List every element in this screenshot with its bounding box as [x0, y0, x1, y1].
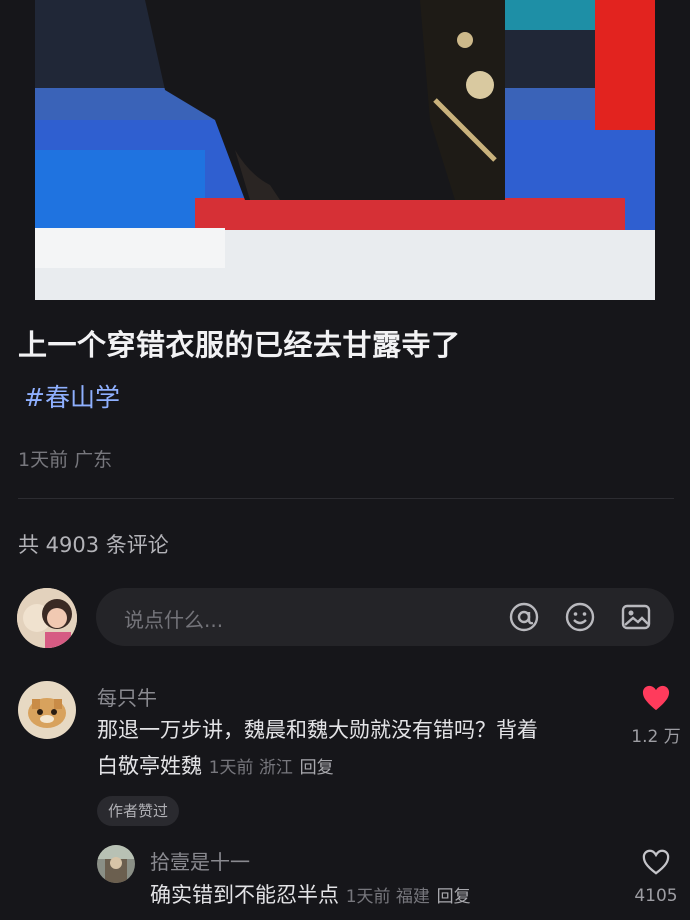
- comment-time: 1天前 浙江: [208, 758, 293, 778]
- divider: [18, 498, 674, 499]
- image-icon[interactable]: [620, 601, 652, 633]
- author-liked-badge: 作者赞过: [97, 796, 180, 826]
- avatar-image: [18, 681, 76, 739]
- post-meta: 1天前 广东: [18, 449, 113, 471]
- comment-count: 共 4903 条评论: [18, 533, 169, 557]
- comment-text-tail: 白敬亭姓魏: [97, 754, 202, 778]
- commenter-name[interactable]: 每只牛: [97, 682, 157, 711]
- commenter-name[interactable]: 拾壹是十一: [150, 846, 250, 875]
- post-photo-illustration: [35, 0, 655, 300]
- post-title: 上一个穿错衣服的已经去甘露寺了: [18, 328, 461, 362]
- avatar-image: [17, 588, 77, 648]
- like-block[interactable]: 4105: [626, 848, 686, 906]
- reply-button[interactable]: 回复: [300, 758, 334, 778]
- emoji-icon[interactable]: [564, 601, 596, 633]
- comment-text-body: 确实错到不能忍半点: [150, 883, 339, 907]
- like-count: 1.2 万: [631, 727, 681, 747]
- comment-input[interactable]: 说点什么...: [96, 588, 674, 646]
- commenter-avatar[interactable]: [97, 845, 135, 883]
- comment-text: 确实错到不能忍半点 1天前 福建 回复: [150, 877, 610, 915]
- avatar-image: [97, 845, 135, 883]
- reply-button[interactable]: 回复: [437, 887, 471, 907]
- hashtag-link[interactable]: #春山学: [24, 378, 120, 414]
- comment-time: 1天前 福建: [345, 887, 430, 907]
- at-icon[interactable]: [508, 601, 540, 633]
- like-count: 4105: [634, 886, 678, 906]
- comment-text-line: 那退一万步讲，魏晨和魏大勋就没有错吗？背着: [97, 718, 538, 742]
- like-block[interactable]: 1.2 万: [626, 684, 686, 747]
- post-image[interactable]: [35, 0, 655, 300]
- comment-input-placeholder: 说点什么...: [124, 608, 224, 632]
- heart-icon[interactable]: [641, 684, 671, 712]
- commenter-avatar[interactable]: [18, 681, 76, 739]
- comment-text: 那退一万步讲，魏晨和魏大勋就没有错吗？背着 白敬亭姓魏 1天前 浙江 回复: [97, 712, 617, 786]
- comment-text-line-2: 白敬亭姓魏 1天前 浙江 回复: [97, 748, 617, 786]
- current-user-avatar[interactable]: [17, 588, 77, 648]
- heart-outline-icon[interactable]: [641, 848, 671, 876]
